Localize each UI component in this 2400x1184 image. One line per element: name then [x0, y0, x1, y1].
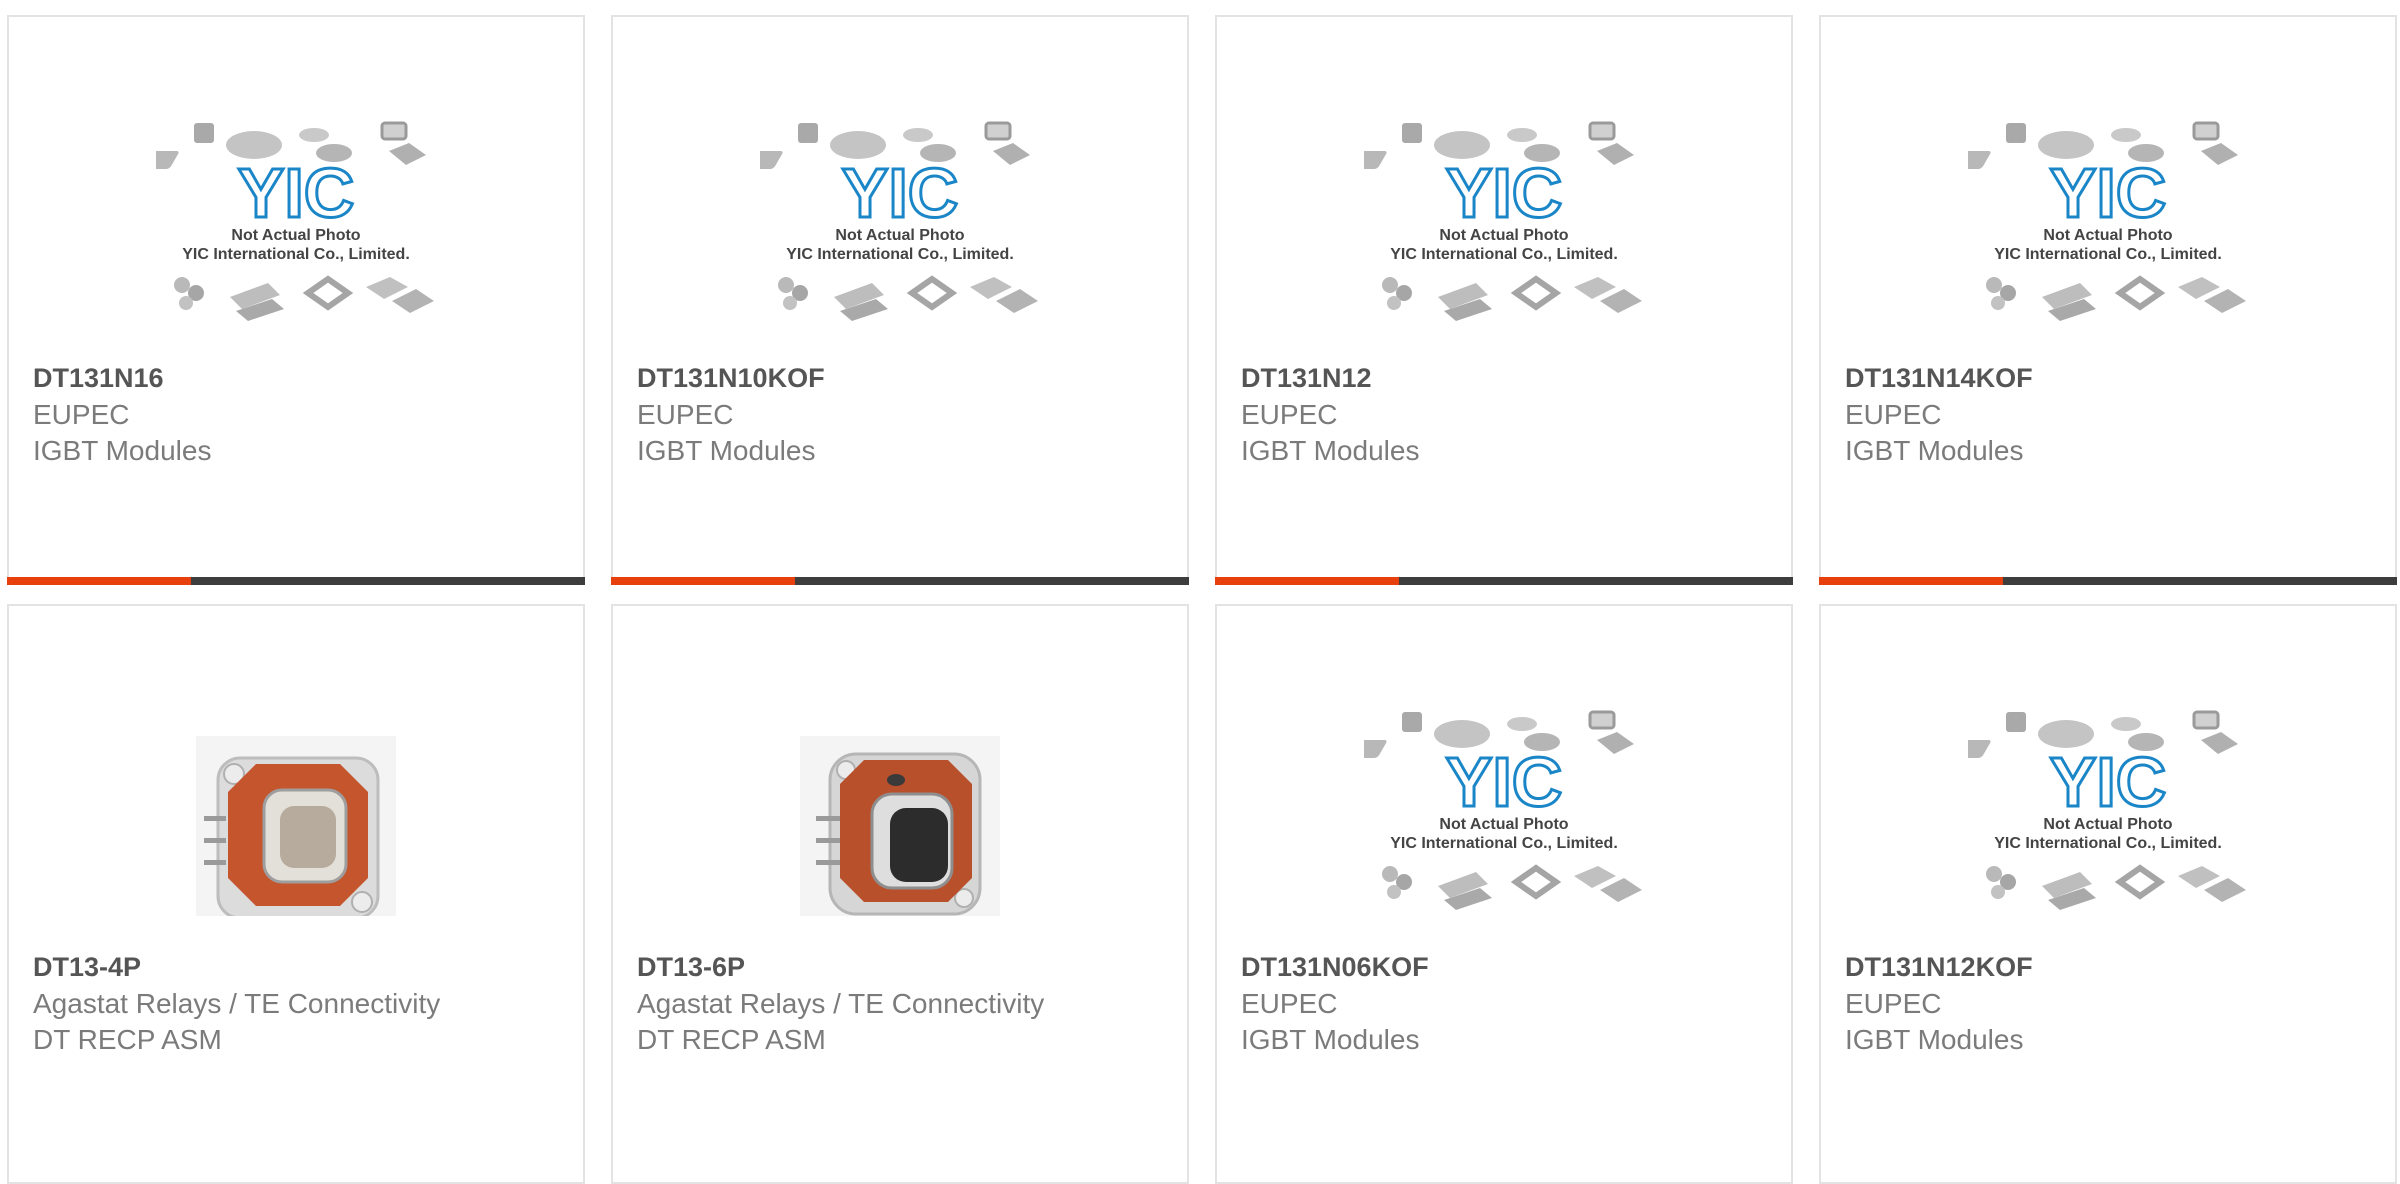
placeholder-logo: YIC: [842, 154, 959, 232]
manufacturer: Agastat Relays / TE Connectivity: [637, 988, 1045, 1019]
manufacturer: EUPEC: [33, 399, 130, 430]
part-number[interactable]: DT131N06KOF: [1241, 948, 1775, 986]
placeholder-line1: Not Actual Photo: [231, 227, 360, 244]
placeholder-line2: YIC International Co., Limited.: [1994, 246, 2222, 263]
part-number[interactable]: DT131N10KOF: [637, 359, 1171, 397]
product-card[interactable]: DT13-6P Agastat Relays / TE Connectivity…: [611, 604, 1189, 1184]
product-card[interactable]: YIC Not Actual Photo YIC International C…: [1819, 604, 2397, 1184]
part-number[interactable]: DT13-4P: [33, 948, 567, 986]
placeholder-line2: YIC International Co., Limited.: [786, 246, 1014, 263]
category: IGBT Modules: [1845, 1024, 2024, 1055]
category: DT RECP ASM: [637, 1024, 826, 1055]
product-card[interactable]: YIC Not Actual Photo YIC International C…: [1819, 15, 2397, 585]
manufacturer: EUPEC: [1241, 988, 1338, 1019]
product-card[interactable]: YIC Not Actual Photo YIC International C…: [7, 15, 585, 585]
placeholder-icon: YIC Not Actual Photo YIC International C…: [1968, 121, 2248, 327]
product-card[interactable]: YIC Not Actual Photo YIC International C…: [611, 15, 1189, 585]
manufacturer: EUPEC: [1845, 988, 1942, 1019]
product-image[interactable]: YIC Not Actual Photo YIC International C…: [1821, 666, 2395, 956]
manufacturer: EUPEC: [637, 399, 734, 430]
product-image[interactable]: YIC Not Actual Photo YIC International C…: [1821, 77, 2395, 367]
product-image[interactable]: [613, 666, 1187, 956]
placeholder-logo: YIC: [1446, 154, 1563, 232]
placeholder-line2: YIC International Co., Limited.: [1390, 835, 1618, 852]
placeholder-line1: Not Actual Photo: [1439, 227, 1568, 244]
part-number[interactable]: DT131N12KOF: [1845, 948, 2379, 986]
product-card[interactable]: YIC Not Actual Photo YIC International C…: [1215, 15, 1793, 585]
connector-photo-gray: [196, 736, 396, 916]
card-footer-bar: [1215, 577, 1793, 585]
placeholder-logo: YIC: [1446, 743, 1563, 821]
part-number[interactable]: DT131N14KOF: [1845, 359, 2379, 397]
product-grid: YIC Not Actual Photo YIC International C…: [0, 0, 2400, 1184]
card-accent-bar: [1215, 577, 1399, 585]
card-accent-bar: [611, 577, 795, 585]
card-footer-bar: [611, 577, 1189, 585]
category: IGBT Modules: [33, 435, 212, 466]
connector-photo-black: [800, 736, 1000, 916]
card-accent-bar: [1819, 577, 2003, 585]
product-image[interactable]: YIC Not Actual Photo YIC International C…: [1217, 77, 1791, 367]
placeholder-logo: YIC: [2050, 154, 2167, 232]
product-image[interactable]: YIC Not Actual Photo YIC International C…: [613, 77, 1187, 367]
placeholder-line2: YIC International Co., Limited.: [1994, 835, 2222, 852]
manufacturer: EUPEC: [1845, 399, 1942, 430]
category: IGBT Modules: [1241, 1024, 1420, 1055]
placeholder-line1: Not Actual Photo: [835, 227, 964, 244]
placeholder-icon: YIC Not Actual Photo YIC International C…: [1968, 710, 2248, 916]
placeholder-logo: YIC: [2050, 743, 2167, 821]
placeholder-logo: YIC: [238, 154, 355, 232]
card-accent-bar: [7, 577, 191, 585]
part-number[interactable]: DT131N16: [33, 359, 567, 397]
placeholder-line2: YIC International Co., Limited.: [182, 246, 410, 263]
category: DT RECP ASM: [33, 1024, 222, 1055]
category: IGBT Modules: [637, 435, 816, 466]
placeholder-icon: YIC Not Actual Photo YIC International C…: [156, 121, 436, 327]
category: IGBT Modules: [1845, 435, 2024, 466]
product-image[interactable]: YIC Not Actual Photo YIC International C…: [1217, 666, 1791, 956]
part-number[interactable]: DT13-6P: [637, 948, 1171, 986]
placeholder-line1: Not Actual Photo: [2043, 816, 2172, 833]
placeholder-icon: YIC Not Actual Photo YIC International C…: [1364, 121, 1644, 327]
placeholder-icon: YIC Not Actual Photo YIC International C…: [760, 121, 1040, 327]
product-image[interactable]: [9, 666, 583, 956]
manufacturer: EUPEC: [1241, 399, 1338, 430]
category: IGBT Modules: [1241, 435, 1420, 466]
placeholder-line1: Not Actual Photo: [2043, 227, 2172, 244]
placeholder-icon: YIC Not Actual Photo YIC International C…: [1364, 710, 1644, 916]
card-footer-bar: [1819, 577, 2397, 585]
placeholder-line2: YIC International Co., Limited.: [1390, 246, 1618, 263]
product-card[interactable]: YIC Not Actual Photo YIC International C…: [1215, 604, 1793, 1184]
product-image[interactable]: YIC Not Actual Photo YIC International C…: [9, 77, 583, 367]
card-footer-bar: [7, 577, 585, 585]
part-number[interactable]: DT131N12: [1241, 359, 1775, 397]
placeholder-line1: Not Actual Photo: [1439, 816, 1568, 833]
product-card[interactable]: DT13-4P Agastat Relays / TE Connectivity…: [7, 604, 585, 1184]
manufacturer: Agastat Relays / TE Connectivity: [33, 988, 441, 1019]
